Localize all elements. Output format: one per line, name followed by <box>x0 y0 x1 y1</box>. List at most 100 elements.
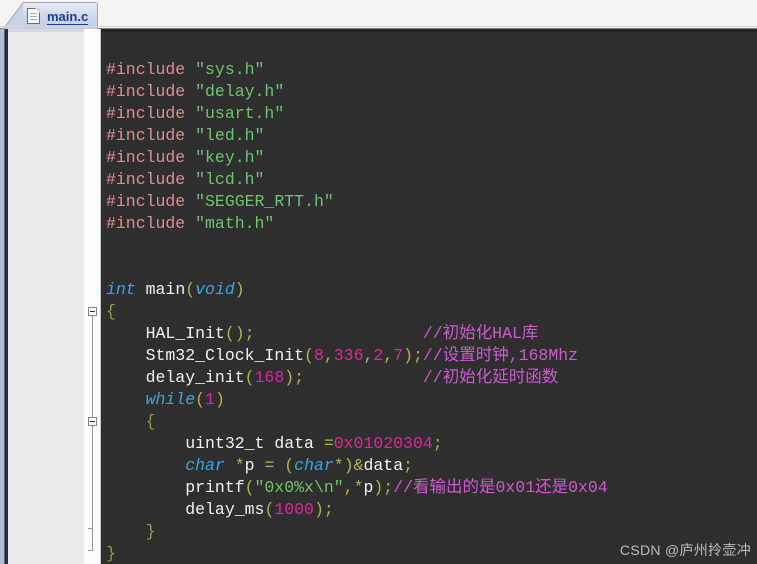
code-token: #include <box>106 126 196 145</box>
code-token: } <box>106 544 116 563</box>
code-line-18: uint32_t data =0x01020304; <box>106 433 442 455</box>
code-line-5: #include "key.h" <box>106 147 264 169</box>
fold-guide-outer <box>92 316 93 417</box>
code-token: "0x0%x\n" <box>254 478 344 497</box>
code-pane-top-shade <box>101 29 757 32</box>
code-token: ) <box>234 280 245 299</box>
code-token: ( <box>195 390 206 409</box>
code-line-6: #include "lcd.h" <box>106 169 264 191</box>
code-token: //看输出的是0x01还是0x04 <box>393 478 608 497</box>
code-line-7: #include "SEGGER_RTT.h" <box>106 191 334 213</box>
code-token: #include <box>106 104 196 123</box>
code-line-15: delay_init(168); //初始化延时函数 <box>106 367 559 389</box>
code-token: //初始化延时函数 <box>422 368 559 387</box>
fold-guide-outer-tail <box>92 528 93 550</box>
code-token: data <box>363 456 404 475</box>
code-token: char <box>294 456 334 475</box>
code-token: void <box>195 280 235 299</box>
code-token: = <box>323 434 334 453</box>
code-token: //设置时钟,168Mhz <box>422 346 579 365</box>
code-token: #include <box>106 214 196 233</box>
code-token: #include <box>106 170 196 189</box>
code-token: delay_init <box>106 368 245 387</box>
fold-guide-inner <box>92 426 93 528</box>
code-token: "sys.h" <box>195 60 265 79</box>
code-token: ); <box>284 368 305 387</box>
tab-main-c[interactable]: main.c <box>1 2 99 30</box>
code-line-17: { <box>106 411 156 433</box>
code-token: { <box>106 412 156 431</box>
code-token: } <box>106 522 156 541</box>
code-token: "key.h" <box>195 148 265 167</box>
code-line-20: printf("0x0%x\n",*p);//看输出的是0x01还是0x04 <box>106 477 608 499</box>
tab-label: main.c <box>47 8 89 24</box>
code-token: ) <box>214 390 225 409</box>
code-token: delay_ms <box>106 500 265 519</box>
code-line-1: #include "sys.h" <box>106 59 264 81</box>
code-token: * <box>353 478 364 497</box>
code-token: { <box>106 302 116 321</box>
code-token: #include <box>106 60 196 79</box>
code-token: 1 <box>205 390 215 409</box>
code-token: 1000 <box>274 500 314 519</box>
code-token: 0x01020304 <box>333 434 433 453</box>
code-line-4: #include "led.h" <box>106 125 264 147</box>
code-token: , <box>343 478 354 497</box>
code-token: "SEGGER_RTT.h" <box>195 192 334 211</box>
code-token: "math.h" <box>195 214 275 233</box>
code-token: "usart.h" <box>195 104 285 123</box>
code-token: & <box>353 456 364 475</box>
code-line-22: } <box>106 521 156 543</box>
code-token: * <box>333 456 344 475</box>
code-token: ); <box>313 500 334 519</box>
code-text-area[interactable]: #include "sys.h" #include "delay.h" #inc… <box>101 29 757 564</box>
fold-toggle-line-17[interactable] <box>88 417 97 426</box>
code-token: //初始化HAL库 <box>422 324 539 343</box>
code-token: "lcd.h" <box>195 170 265 189</box>
code-token: * <box>234 456 245 475</box>
code-token: ; <box>403 456 414 475</box>
fold-end-tick-outer <box>88 550 93 551</box>
code-line-16: while(1) <box>106 389 225 411</box>
code-token: , <box>383 346 394 365</box>
code-token: ); <box>373 478 394 497</box>
code-line-8: #include "math.h" <box>106 213 274 235</box>
code-line-14: Stm32_Clock_Init(8,336,2,7);//设置时钟,168Mh… <box>106 345 578 367</box>
code-line-12: { <box>106 301 116 323</box>
code-token: printf <box>106 478 245 497</box>
code-token: while <box>145 390 196 409</box>
editor-area: 1 2 3 4 5 6 7 8 9 10 11 12 13 14 15 16 1… <box>0 29 757 564</box>
code-token: #include <box>106 192 196 211</box>
code-token: ( <box>304 346 314 365</box>
code-token: ( <box>244 368 255 387</box>
gutter-divider <box>100 29 101 564</box>
code-token: 336 <box>333 346 364 365</box>
code-token: uint32_t data <box>106 434 324 453</box>
code-token: , <box>323 346 334 365</box>
code-token: p <box>244 456 265 475</box>
code-token: p <box>363 478 374 497</box>
code-token: ( <box>284 456 295 475</box>
code-line-23: } <box>106 543 116 564</box>
document-icon <box>27 8 40 24</box>
code-token: 168 <box>254 368 285 387</box>
code-token: 2 <box>373 346 384 365</box>
code-token: "led.h" <box>195 126 265 145</box>
editor-tab-bar: main.c <box>0 0 757 30</box>
code-line-2: #include "delay.h" <box>106 81 284 103</box>
code-line-21: delay_ms(1000); <box>106 499 334 521</box>
code-token: ) <box>343 456 354 475</box>
code-token: ( <box>264 500 275 519</box>
code-editor-window: main.c 1 2 3 4 5 6 7 8 9 10 11 12 13 14 … <box>0 0 757 564</box>
code-token: 8 <box>313 346 324 365</box>
code-token: main <box>135 280 186 299</box>
code-token: ); <box>403 346 423 365</box>
fold-toggle-line-12[interactable] <box>88 307 97 316</box>
code-token: #include <box>106 148 196 167</box>
code-token: ( <box>185 280 196 299</box>
code-token: "delay.h" <box>195 82 285 101</box>
